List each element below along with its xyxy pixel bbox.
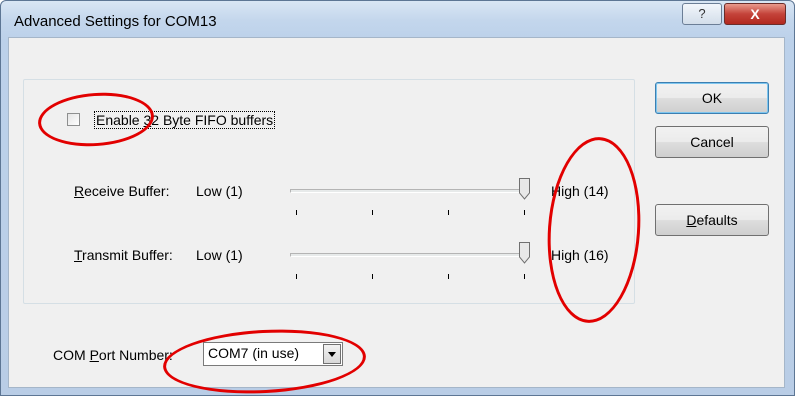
receive-slider-track[interactable] <box>290 189 530 193</box>
help-icon: ? <box>698 6 706 21</box>
receive-slider-thumb[interactable] <box>519 178 530 200</box>
tick <box>296 274 297 279</box>
tick <box>296 210 297 215</box>
transmit-slider-track[interactable] <box>290 253 530 257</box>
tick <box>524 274 525 279</box>
receive-high-label: High (14) <box>551 183 609 199</box>
receive-low-label: Low (1) <box>196 183 243 199</box>
transmit-slider-thumb[interactable] <box>519 242 530 264</box>
com-port-label: COM Port Number: <box>53 347 173 363</box>
com-port-select[interactable]: COM7 (in use) <box>203 342 343 366</box>
tick <box>524 210 525 215</box>
receive-buffer-label: Receive Buffer: <box>74 183 170 199</box>
close-button[interactable]: X <box>724 3 786 25</box>
com-port-selected: COM7 (in use) <box>208 345 300 361</box>
tick <box>448 274 449 279</box>
close-icon: X <box>750 6 760 22</box>
help-button[interactable]: ? <box>682 3 722 25</box>
transmit-low-label: Low (1) <box>196 247 243 263</box>
transmit-high-label: High (16) <box>551 247 609 263</box>
dropdown-button[interactable] <box>323 344 341 364</box>
tick <box>372 210 373 215</box>
title-bar[interactable]: Advanced Settings for COM13 ? X <box>1 1 794 37</box>
cancel-button[interactable]: Cancel <box>655 126 769 158</box>
chevron-down-icon <box>328 352 336 357</box>
ok-button[interactable]: OK <box>655 82 769 114</box>
fifo-checkbox[interactable] <box>67 113 80 126</box>
defaults-button[interactable]: Defaults <box>655 204 769 236</box>
tick <box>448 210 449 215</box>
transmit-buffer-label: Transmit Buffer: <box>74 247 173 263</box>
tick <box>372 274 373 279</box>
fifo-checkbox-label[interactable]: Enable 32 Byte FIFO buffers <box>94 111 276 129</box>
window-title: Advanced Settings for COM13 <box>14 13 217 30</box>
